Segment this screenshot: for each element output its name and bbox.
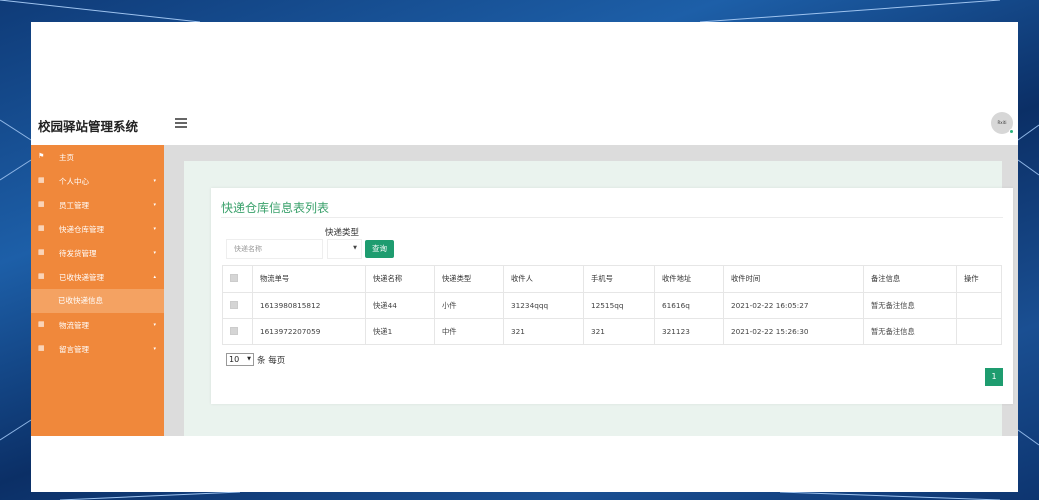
row-select-cell[interactable]: [222, 318, 253, 345]
page-size-select[interactable]: 10 ▼: [226, 353, 254, 366]
sidebar-item-label: 主页: [59, 153, 74, 162]
page-size-value: 10: [229, 355, 240, 364]
sidebar-item-pending[interactable]: ▦ 待发货管理 ▾: [31, 241, 164, 265]
grid-icon: ▦: [38, 320, 45, 328]
sidebar-item-staff[interactable]: ▦ 员工管理 ▾: [31, 193, 164, 217]
table-cell: 快递44: [365, 292, 435, 319]
query-button[interactable]: 查询: [365, 240, 394, 258]
table-cell: 1613980815812: [252, 292, 366, 319]
checkbox[interactable]: [230, 274, 238, 282]
sidebar-subitem-received-info[interactable]: 已收快递信息: [31, 289, 164, 313]
app-window: 校园驿站管理系统 Rxiti ⚑ 主页 ▦ 个人中心 ▾ ▦ 员工管理 ▾ ▦ …: [31, 22, 1018, 492]
content-panel: 快递仓库信息表列表 快递类型 快递名称 ▼ 查询 物流单号 快递名称 快递类型: [184, 161, 1013, 436]
chevron-down-icon: ▾: [153, 322, 156, 328]
table-cell: 快递1: [365, 318, 435, 345]
sidebar-item-label: 已收快递管理: [59, 273, 104, 282]
column-header: 快递类型: [434, 265, 504, 293]
sidebar-item-label: 快递仓库管理: [59, 225, 104, 234]
grid-icon: ▦: [38, 272, 45, 280]
chevron-down-icon: ▾: [153, 202, 156, 208]
chevron-down-icon: ▾: [153, 250, 156, 256]
table-cell: 321: [583, 318, 655, 345]
grid-icon: ▦: [38, 248, 45, 256]
column-header: 收件地址: [654, 265, 724, 293]
grid-icon: ▦: [38, 344, 45, 352]
table-cell: 31234qqq: [503, 292, 584, 319]
checkbox[interactable]: [230, 326, 238, 335]
column-header: 手机号: [583, 265, 655, 293]
actions-cell: [956, 318, 1002, 345]
chevron-down-icon: ▾: [153, 346, 156, 352]
app-title: 校园驿站管理系统: [38, 119, 139, 134]
type-select[interactable]: ▼: [327, 239, 362, 259]
column-header: 物流单号: [252, 265, 366, 293]
table-header-row: 物流单号 快递名称 快递类型 收件人 手机号 收件地址 收件时间 备注信息 操作: [222, 265, 1002, 293]
sidebar-item-label: 物流管理: [59, 321, 89, 330]
table-cell: 1613972207059: [252, 318, 366, 345]
top-bar: 校园驿站管理系统 Rxiti: [31, 110, 1018, 144]
type-filter-label: 快递类型: [325, 228, 360, 238]
table-row: 1613980815812 快递44 小件 31234qqq 12515qq 6…: [222, 292, 1002, 319]
table-cell: 2021-02-22 16:05:27: [723, 292, 864, 319]
sidebar-item-label: 待发货管理: [59, 249, 97, 258]
table-cell: 暂无备注信息: [863, 318, 957, 345]
grid-icon: ▦: [38, 224, 45, 232]
table-cell: 中件: [434, 318, 504, 345]
table-cell: 321: [503, 318, 584, 345]
chevron-up-icon: ▴: [153, 274, 156, 280]
sidebar-item-warehouse[interactable]: ▦ 快递仓库管理 ▾: [31, 217, 164, 241]
menu-toggle-icon[interactable]: [175, 118, 187, 128]
actions-cell: [956, 292, 1002, 319]
divider: [221, 217, 1003, 218]
row-select-cell[interactable]: [222, 292, 253, 319]
online-status-dot: [1009, 129, 1014, 134]
per-page-label: 条 每页: [257, 356, 286, 366]
chevron-down-icon: ▾: [153, 226, 156, 232]
table-row: 1613972207059 快递1 中件 321 321 321123 2021…: [222, 318, 1002, 345]
sidebar-item-messages[interactable]: ▦ 留言管理 ▾: [31, 337, 164, 361]
sidebar-item-label: 留言管理: [59, 345, 89, 354]
table-cell: 321123: [654, 318, 724, 345]
table-cell: 2021-02-22 15:26:30: [723, 318, 864, 345]
grid-icon: ▦: [38, 176, 45, 184]
column-header: 收件人: [503, 265, 584, 293]
sidebar-item-profile[interactable]: ▦ 个人中心 ▾: [31, 169, 164, 193]
table-cell: 12515qq: [583, 292, 655, 319]
column-header: 操作: [956, 265, 1002, 293]
data-table: 物流单号 快递名称 快递类型 收件人 手机号 收件地址 收件时间 备注信息 操作: [222, 265, 1002, 345]
column-header: 快递名称: [365, 265, 435, 293]
sidebar-item-received[interactable]: ▦ 已收快递管理 ▴: [31, 265, 164, 289]
sidebar-item-home[interactable]: ⚑ 主页: [31, 145, 164, 169]
search-input[interactable]: 快递名称: [226, 239, 323, 259]
page-1-button[interactable]: 1: [985, 368, 1003, 386]
grid-icon: ▦: [38, 200, 45, 208]
sidebar: ⚑ 主页 ▦ 个人中心 ▾ ▦ 员工管理 ▾ ▦ 快递仓库管理 ▾ ▦ 待发货管…: [31, 145, 164, 436]
sidebar-item-label: 个人中心: [59, 177, 89, 186]
table-cell: 61616q: [654, 292, 724, 319]
table-cell: 暂无备注信息: [863, 292, 957, 319]
chevron-down-icon: ▾: [153, 178, 156, 184]
page-title: 快递仓库信息表列表: [221, 201, 330, 215]
sidebar-item-logistics[interactable]: ▦ 物流管理 ▾: [31, 313, 164, 337]
column-header: 收件时间: [723, 265, 864, 293]
select-all-cell[interactable]: [222, 265, 253, 293]
main-content: 快递仓库信息表列表 快递类型 快递名称 ▼ 查询 物流单号 快递名称 快递类型: [164, 145, 1018, 436]
sidebar-item-label: 员工管理: [59, 201, 89, 210]
checkbox[interactable]: [230, 300, 238, 309]
list-card: 快递仓库信息表列表 快递类型 快递名称 ▼ 查询 物流单号 快递名称 快递类型: [211, 188, 1013, 404]
flag-icon: ⚑: [38, 152, 45, 160]
table-cell: 小件: [434, 292, 504, 319]
chevron-down-icon: ▼: [353, 245, 357, 251]
column-header: 备注信息: [863, 265, 957, 293]
chevron-down-icon: ▼: [247, 356, 251, 362]
